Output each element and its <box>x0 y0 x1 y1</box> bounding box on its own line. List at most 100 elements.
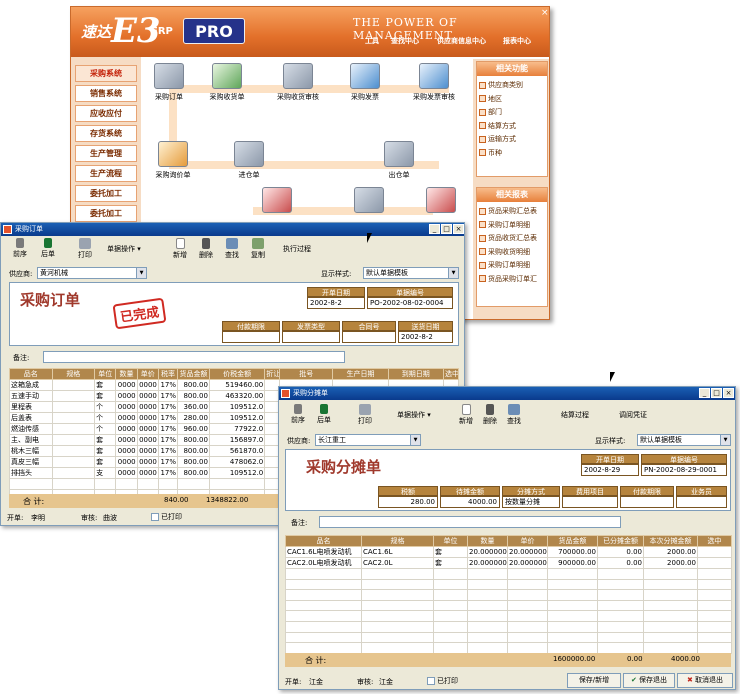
table-cell[interactable]: 17% <box>157 445 179 457</box>
table-cell[interactable]: 个 <box>94 412 117 424</box>
table-cell[interactable] <box>208 478 266 490</box>
prev-button[interactable]: 前序 <box>289 404 307 425</box>
table-cell[interactable]: 463320.00 <box>208 390 266 402</box>
table-cell[interactable] <box>51 390 96 402</box>
menu-search-center[interactable]: 查找中心 <box>391 36 419 46</box>
minimize-icon[interactable]: _ <box>429 224 440 234</box>
link-shipping[interactable]: 运输方式 <box>477 133 547 147</box>
table-row[interactable] <box>285 589 732 601</box>
table-cell[interactable]: 0000 <box>136 390 159 402</box>
clerk-value[interactable] <box>676 496 727 508</box>
node-extra-3[interactable] <box>415 187 467 216</box>
table-cell[interactable]: 20.000000 <box>507 546 548 558</box>
table-cell[interactable]: CAC1.6L <box>361 546 434 558</box>
column-header[interactable]: 规格 <box>51 368 96 380</box>
table-cell[interactable] <box>361 599 434 612</box>
printed-checkbox[interactable]: 已打印 <box>427 676 458 686</box>
table-cell[interactable]: 20.000000 <box>467 557 508 569</box>
table-cell[interactable] <box>361 578 434 591</box>
new-button[interactable]: 新增 <box>457 404 475 426</box>
node-stock-in[interactable]: 进仓单 <box>223 141 275 180</box>
printed-checkbox[interactable]: 已打印 <box>151 512 182 522</box>
table-cell[interactable] <box>643 578 698 591</box>
table-cell[interactable]: 0000 <box>136 412 159 424</box>
table-cell[interactable]: 0000 <box>136 467 159 479</box>
table-cell[interactable]: 0000 <box>115 467 138 479</box>
table-cell[interactable] <box>643 610 698 622</box>
table-cell[interactable]: 套 <box>94 445 117 457</box>
table-cell[interactable]: 里程表 <box>9 401 53 413</box>
table-cell[interactable]: 800.00 <box>177 379 210 391</box>
table-cell[interactable] <box>697 568 732 580</box>
table-cell[interactable]: 套 <box>94 456 117 468</box>
table-cell[interactable] <box>697 589 732 601</box>
table-cell[interactable]: 800.00 <box>177 445 210 457</box>
menu-report-center[interactable]: 报表中心 <box>503 36 531 46</box>
link-department[interactable]: 部门 <box>477 106 547 120</box>
remark-input[interactable] <box>319 516 621 528</box>
table-cell[interactable] <box>51 379 96 391</box>
table-cell[interactable] <box>597 642 644 654</box>
table-cell[interactable]: 17% <box>157 467 179 479</box>
prev-button[interactable]: 前序 <box>11 238 29 259</box>
column-header[interactable]: 单位 <box>433 535 468 547</box>
column-header[interactable]: 税率 <box>157 368 179 380</box>
column-header[interactable]: 批号 <box>279 368 334 380</box>
column-header[interactable]: 选中 <box>697 535 732 547</box>
table-cell[interactable]: 109512.0 <box>208 412 266 424</box>
table-cell[interactable]: 0000 <box>115 379 138 391</box>
supplier-select[interactable]: 长江重工 ▼ <box>315 434 421 446</box>
table-cell[interactable] <box>361 631 434 644</box>
nav-purchase[interactable]: 采购系统 <box>75 65 137 82</box>
table-cell[interactable] <box>51 401 96 413</box>
table-cell[interactable] <box>51 478 96 490</box>
table-cell[interactable] <box>697 610 732 622</box>
table-cell[interactable]: 个 <box>94 423 117 435</box>
table-cell[interactable]: CAC2.0L <box>361 557 434 569</box>
table-cell[interactable] <box>94 478 117 490</box>
table-row[interactable]: CAC1.6L电喷发动机 CAC1.6L 套 20.000000 20.000000 70… <box>285 546 732 558</box>
table-cell[interactable] <box>51 456 96 468</box>
pay-term-value[interactable] <box>222 331 280 343</box>
column-header[interactable]: 选中 <box>442 368 460 380</box>
table-cell[interactable] <box>177 478 210 490</box>
minimize-icon[interactable]: _ <box>699 388 710 398</box>
table-cell[interactable] <box>285 568 362 580</box>
exec-process-button[interactable]: 执行过程 <box>283 244 311 254</box>
table-cell[interactable]: 17% <box>157 412 179 424</box>
table-cell[interactable] <box>643 589 698 601</box>
doc-no-value[interactable]: PN-2002-08-29-0001 <box>641 464 727 476</box>
table-cell[interactable] <box>697 557 732 569</box>
table-cell[interactable]: 20.000000 <box>467 546 508 558</box>
column-header[interactable]: 到期日期 <box>387 368 444 380</box>
table-cell[interactable]: 套 <box>94 379 117 391</box>
nav-receivable[interactable]: 应收应付 <box>75 105 137 122</box>
invoice-type-value[interactable] <box>282 331 340 343</box>
table-cell[interactable] <box>51 434 96 446</box>
menu-tools[interactable]: 工具 <box>365 36 379 46</box>
table-cell[interactable]: 这箱急成 <box>9 379 53 391</box>
table-cell[interactable] <box>115 478 138 490</box>
table-cell[interactable]: 0.00 <box>597 557 644 569</box>
column-header[interactable]: 已分摊金额 <box>597 535 644 547</box>
close-icon[interactable]: × <box>541 8 549 18</box>
table-cell[interactable]: 17% <box>157 401 179 413</box>
table-cell[interactable]: 0000 <box>136 401 159 413</box>
column-header[interactable]: 数量 <box>467 535 508 547</box>
report-link[interactable]: 采购订单明细 <box>477 259 547 273</box>
table-cell[interactable]: 套 <box>94 390 117 402</box>
column-header[interactable]: 单价 <box>136 368 159 380</box>
view-voucher-button[interactable]: 调阅凭证 <box>619 410 647 420</box>
column-header[interactable]: 数量 <box>115 368 138 380</box>
column-header[interactable]: 折让 <box>264 368 281 380</box>
column-header[interactable]: 货品金额 <box>177 368 210 380</box>
table-cell[interactable]: 0000 <box>136 434 159 446</box>
table-cell[interactable]: 0000 <box>136 445 159 457</box>
table-cell[interactable]: 77922.0 <box>208 423 266 435</box>
table-cell[interactable]: 个 <box>94 401 117 413</box>
table-cell[interactable] <box>51 445 96 457</box>
column-header[interactable]: 品名 <box>9 368 53 380</box>
close-icon[interactable]: × <box>723 388 734 398</box>
table-cell[interactable] <box>547 620 598 633</box>
node-extra-2[interactable] <box>343 187 395 216</box>
